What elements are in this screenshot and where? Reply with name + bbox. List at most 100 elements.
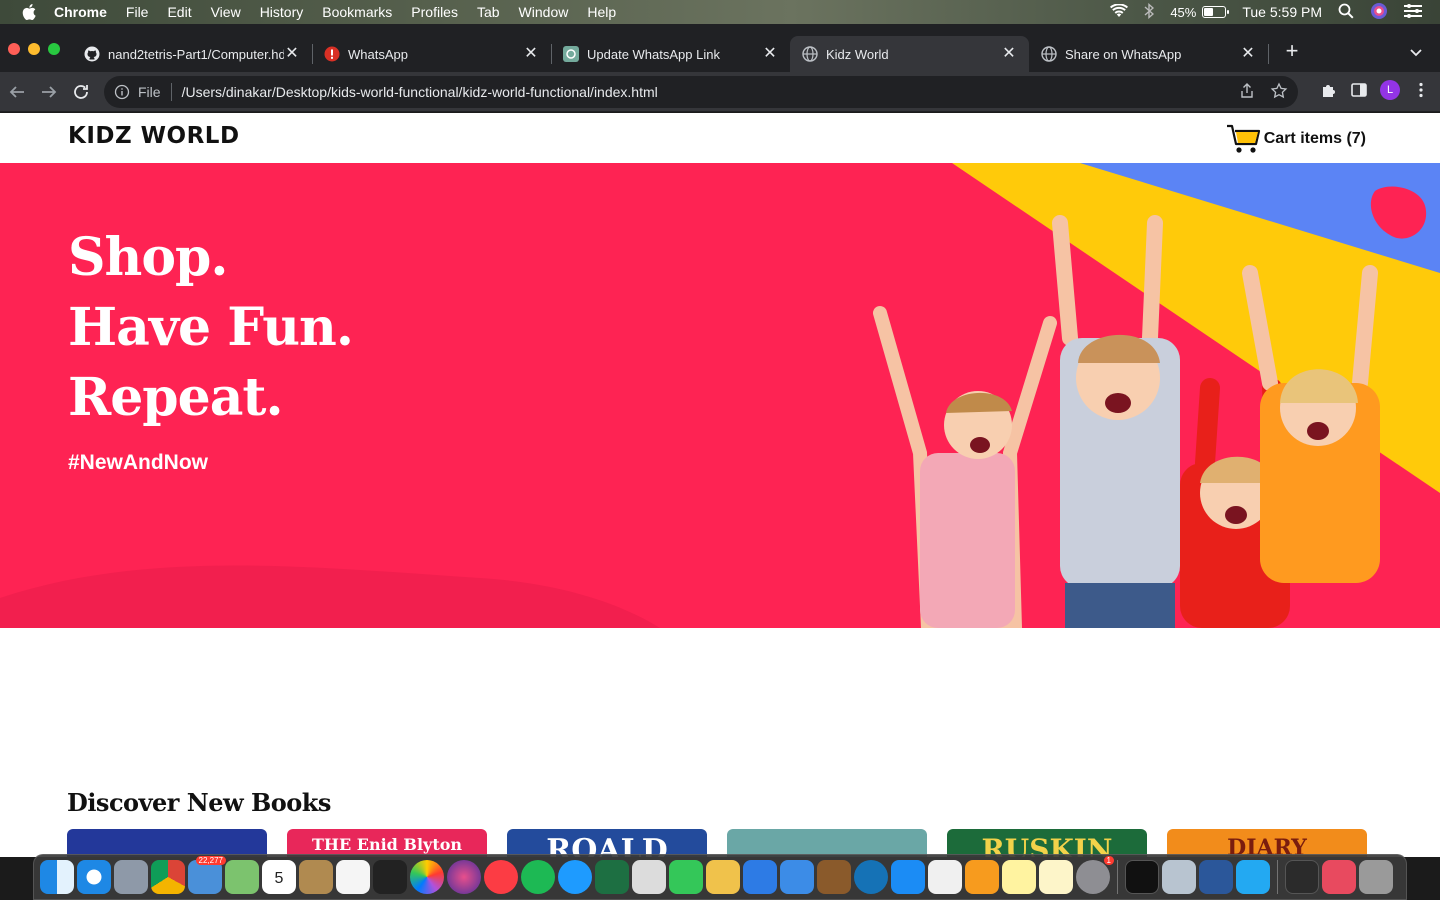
hero-line-have-fun: Have Fun.: [68, 297, 354, 358]
photos-preview-icon[interactable]: 22,277: [188, 856, 226, 894]
menu-window[interactable]: Window: [519, 4, 569, 20]
back-arrow-icon: [9, 86, 24, 98]
book-card[interactable]: [727, 829, 927, 857]
siri-icon[interactable]: [1370, 2, 1388, 23]
edge-icon[interactable]: [854, 860, 888, 894]
hero-headline: Shop. Have Fun. Repeat.: [68, 223, 354, 433]
menu-history[interactable]: History: [260, 4, 304, 20]
tab-close-icon[interactable]: ✕: [762, 46, 778, 62]
menu-help[interactable]: Help: [587, 4, 616, 20]
trash-icon[interactable]: [1359, 860, 1393, 894]
chrome-icon[interactable]: [151, 860, 185, 894]
tab-share-on-whatsapp[interactable]: Share on WhatsApp ✕: [1029, 36, 1268, 72]
info-icon[interactable]: [114, 84, 130, 100]
menu-app-name[interactable]: Chrome: [54, 4, 107, 20]
reload-button[interactable]: [69, 80, 93, 104]
preview-folder-icon[interactable]: [1162, 860, 1196, 894]
app-store-icon[interactable]: [891, 860, 925, 894]
reminders-icon[interactable]: [336, 860, 370, 894]
siri-icon[interactable]: [447, 860, 481, 894]
extensions-puzzle-icon[interactable]: [1320, 81, 1338, 99]
address-bar[interactable]: File /Users/dinakar/Desktop/kids-world-f…: [104, 76, 1298, 108]
window-thumbnail-icon[interactable]: [1285, 860, 1319, 894]
battery-status[interactable]: 45%: [1170, 5, 1230, 20]
tab-close-icon[interactable]: ✕: [1001, 46, 1017, 62]
zoom-window-button[interactable]: [48, 43, 60, 55]
book-card[interactable]: DIARY: [1167, 829, 1367, 857]
tab-close-icon[interactable]: ✕: [1240, 46, 1256, 62]
menu-profiles[interactable]: Profiles: [411, 4, 458, 20]
bookmark-star-icon[interactable]: [1270, 82, 1288, 100]
calendar-icon[interactable]: 5: [262, 860, 296, 894]
book-card[interactable]: ROALD: [507, 829, 707, 857]
textedit-icon[interactable]: [928, 860, 962, 894]
minimize-window-button[interactable]: [28, 43, 40, 55]
book-card[interactable]: THE Enid Blyton: [287, 829, 487, 857]
finder-icon[interactable]: [40, 860, 74, 894]
tab-close-icon[interactable]: ✕: [523, 46, 539, 62]
more-menu-icon[interactable]: [1412, 81, 1430, 99]
url-scheme-label: File: [138, 84, 161, 100]
window-controls: [8, 43, 60, 55]
activity-monitor-icon[interactable]: [373, 860, 407, 894]
close-window-button[interactable]: [8, 43, 20, 55]
macos-menubar: Chrome File Edit View History Bookmarks …: [0, 0, 1440, 24]
word-icon[interactable]: [1199, 860, 1233, 894]
photos-icon[interactable]: [410, 860, 444, 894]
book-card[interactable]: [67, 829, 267, 857]
bluetooth-icon[interactable]: [1144, 2, 1155, 22]
menu-bookmarks[interactable]: Bookmarks: [322, 4, 392, 20]
menu-file[interactable]: File: [126, 4, 149, 20]
stickies-icon[interactable]: [1002, 860, 1036, 894]
spotify-icon[interactable]: [521, 860, 555, 894]
forward-button[interactable]: [37, 80, 61, 104]
system-preferences-icon[interactable]: 1: [1076, 856, 1114, 894]
menubar-clock[interactable]: Tue 5:59 PM: [1242, 4, 1322, 20]
apple-icon[interactable]: [18, 1, 40, 23]
spotlight-search-icon[interactable]: [1338, 3, 1354, 22]
new-tab-button[interactable]: +: [1280, 40, 1304, 64]
preview-icon[interactable]: [706, 860, 740, 894]
cart-link[interactable]: Cart items (7): [1226, 123, 1366, 155]
side-panel-icon[interactable]: [1350, 81, 1368, 99]
excel-icon[interactable]: [595, 860, 629, 894]
back-button[interactable]: [5, 80, 29, 104]
facetime-icon[interactable]: [669, 860, 703, 894]
safari-icon[interactable]: [77, 860, 111, 894]
hero-line-shop: Shop.: [68, 227, 229, 288]
tab-close-icon[interactable]: ✕: [284, 46, 300, 62]
book-cover-title: THE Enid Blyton: [311, 835, 463, 854]
menu-view[interactable]: View: [211, 4, 241, 20]
menu-tab[interactable]: Tab: [477, 4, 500, 20]
url-text[interactable]: /Users/dinakar/Desktop/kids-world-functi…: [182, 84, 658, 100]
keynote-icon[interactable]: [780, 860, 814, 894]
site-logo-text: KIDZ WORLD: [68, 123, 240, 149]
control-center-icon[interactable]: [1404, 3, 1422, 21]
wifi-icon[interactable]: [1110, 2, 1129, 21]
vscode-icon[interactable]: [1236, 860, 1270, 894]
book-card[interactable]: RUSKIN: [947, 829, 1147, 857]
tab-search-chevron-icon[interactable]: [1406, 42, 1426, 62]
garageband-icon[interactable]: [817, 860, 851, 894]
maps-icon[interactable]: [225, 860, 259, 894]
block-icon[interactable]: [632, 860, 666, 894]
terminal-icon[interactable]: [1125, 860, 1159, 894]
menu-edit[interactable]: Edit: [167, 4, 191, 20]
site-logo[interactable]: KIDZ WORLD: [68, 123, 240, 149]
tab-kidz-world[interactable]: Kidz World ✕: [790, 36, 1029, 72]
numbers-icon[interactable]: [743, 860, 777, 894]
window-thumbnail-icon[interactable]: [1322, 860, 1356, 894]
messages-icon[interactable]: [558, 860, 592, 894]
profile-avatar[interactable]: L: [1380, 80, 1400, 100]
tab-title: Share on WhatsApp: [1065, 46, 1182, 62]
music-icon[interactable]: [484, 860, 518, 894]
openai-icon: [563, 46, 579, 62]
launchpad-icon[interactable]: [114, 860, 148, 894]
share-icon[interactable]: [1238, 82, 1256, 100]
tab-nand2tetris[interactable]: nand2tetris-Part1/Computer.hd ✕: [72, 36, 312, 72]
home-icon[interactable]: [965, 860, 999, 894]
tab-whatsapp[interactable]: WhatsApp ✕: [312, 36, 551, 72]
notes-brown-icon[interactable]: [299, 860, 333, 894]
tab-update-whatsapp-link[interactable]: Update WhatsApp Link ✕: [551, 36, 790, 72]
notes-icon[interactable]: [1039, 860, 1073, 894]
